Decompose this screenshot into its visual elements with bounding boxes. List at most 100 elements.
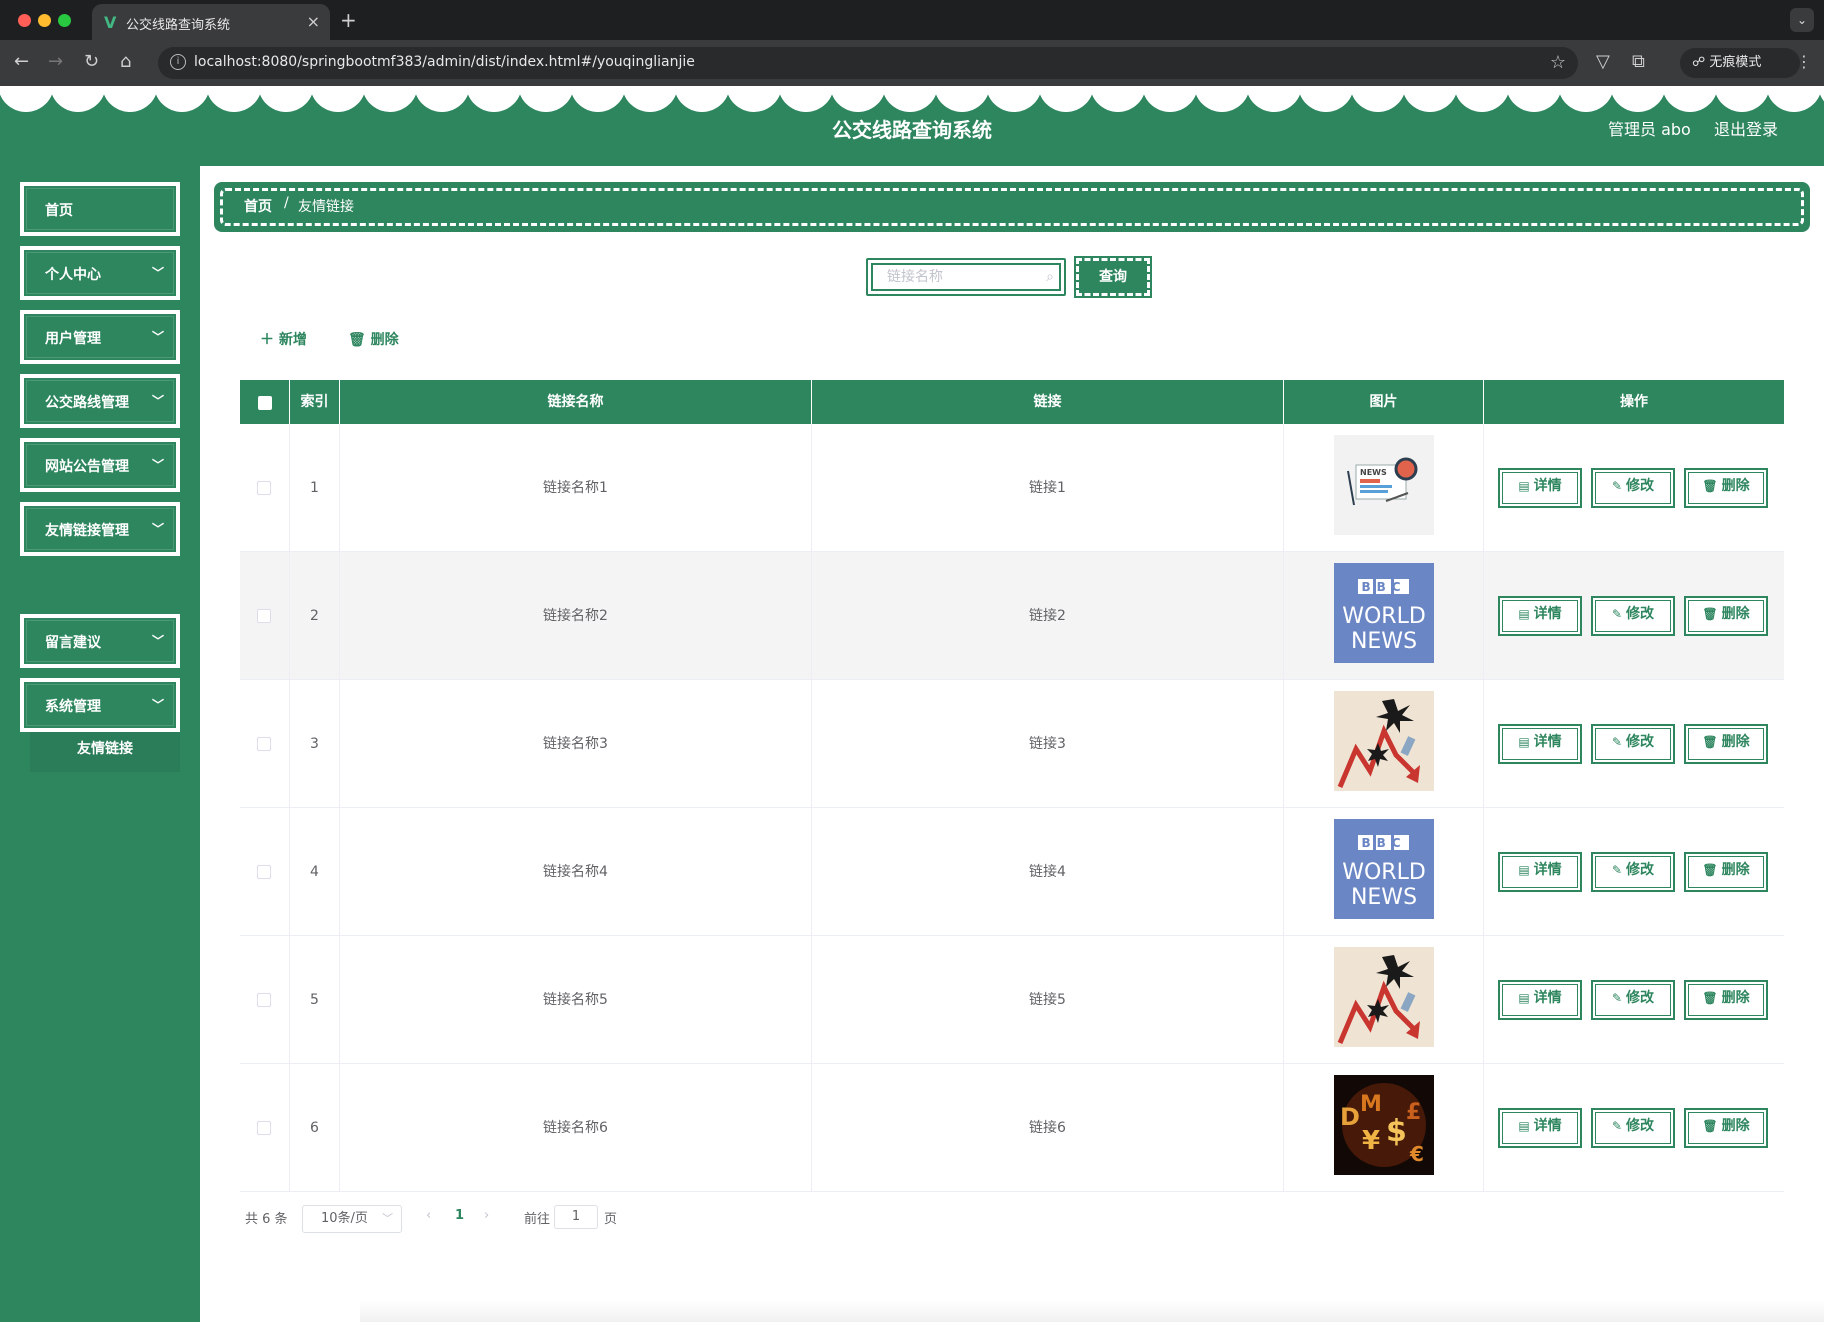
- table-row: 2 链接名称2 链接2 BBC WORLD NEWS ▤ 详情 ✎ 修改 🗑 删除: [240, 552, 1784, 680]
- home-icon[interactable]: ⌂: [120, 52, 131, 72]
- detail-button-label: 详情: [1533, 734, 1562, 750]
- bbc-world-news-thumbnail: BBC WORLDNEWS: [1334, 819, 1434, 919]
- select-all-checkbox[interactable]: [258, 396, 272, 410]
- detail-button[interactable]: ▤ 详情: [1498, 468, 1582, 508]
- row-index: 2: [290, 552, 340, 680]
- row-link-name: 链接名称3: [340, 680, 812, 808]
- row-checkbox[interactable]: [257, 865, 271, 879]
- delete-button[interactable]: 🗑 删除: [1684, 852, 1768, 892]
- row-select-cell: [240, 680, 290, 808]
- edit-button-label: 修改: [1626, 862, 1655, 878]
- row-select-cell: [240, 936, 290, 1064]
- edit-button[interactable]: ✎ 修改: [1591, 596, 1675, 636]
- close-window-icon[interactable]: [18, 14, 31, 27]
- sidebar-item-user-management[interactable]: 用户管理 ﹀: [20, 310, 180, 364]
- delete-button[interactable]: 🗑 删除: [1684, 1108, 1768, 1148]
- row-link-url: 链接4: [812, 808, 1284, 936]
- batch-delete-button[interactable]: 🗑 删除: [348, 329, 399, 349]
- trash-icon: 🗑: [348, 332, 371, 348]
- search-box: ⌕: [866, 258, 1066, 296]
- scallop-shape: [414, 86, 470, 112]
- scallop-shape: [154, 86, 210, 112]
- detail-button[interactable]: ▤ 详情: [1498, 596, 1582, 636]
- sidebar-item-bus-route-management[interactable]: 公交路线管理 ﹀: [20, 374, 180, 428]
- edit-button-label: 修改: [1626, 734, 1655, 750]
- next-page-icon[interactable]: ›: [484, 1208, 489, 1223]
- row-thumbnail: NEWS: [1334, 435, 1434, 535]
- query-button[interactable]: 查询: [1074, 256, 1152, 298]
- scallop-shape: [1090, 86, 1146, 112]
- extensions-puzzle-icon[interactable]: ⧉: [1632, 52, 1645, 72]
- scallop-shape: [1818, 86, 1824, 102]
- extension-v-icon[interactable]: ▽: [1596, 52, 1610, 72]
- sidebar-item-home[interactable]: 首页: [20, 182, 180, 236]
- tab-title: 公交线路查询系统: [126, 18, 231, 33]
- minimize-window-icon[interactable]: [38, 14, 51, 27]
- browser-tab[interactable]: V 公交线路查询系统 ×: [92, 4, 330, 40]
- delete-button[interactable]: 🗑 删除: [1684, 980, 1768, 1020]
- chart-crash-thumbnail: [1334, 947, 1434, 1047]
- url-field[interactable]: i localhost:8080/springbootmf383/admin/d…: [158, 47, 1578, 79]
- site-info-icon[interactable]: i: [170, 54, 186, 70]
- page-number-current[interactable]: 1: [455, 1208, 464, 1223]
- sidebar-subitem-friend-link[interactable]: 友情链接: [30, 726, 180, 772]
- delete-button[interactable]: 🗑 删除: [1684, 724, 1768, 764]
- sidebar-item-personal-center[interactable]: 个人中心 ﹀: [20, 246, 180, 300]
- goto-page-input[interactable]: 1: [554, 1205, 598, 1229]
- detail-button[interactable]: ▤ 详情: [1498, 980, 1582, 1020]
- batch-delete-label: 删除: [370, 332, 399, 348]
- sidebar-item-label: 公交路线管理: [45, 395, 129, 411]
- delete-button[interactable]: 🗑 删除: [1684, 596, 1768, 636]
- chevron-down-icon: ﹀: [151, 458, 164, 472]
- detail-button[interactable]: ▤ 详情: [1498, 1108, 1582, 1148]
- new-tab-icon[interactable]: +: [340, 8, 357, 32]
- row-index: 6: [290, 1064, 340, 1192]
- page-size-select[interactable]: 10条/页 ﹀: [302, 1205, 402, 1233]
- row-checkbox[interactable]: [257, 481, 271, 495]
- scallop-shape: [674, 86, 730, 112]
- delete-button-label: 删除: [1721, 478, 1750, 494]
- reload-icon[interactable]: ↻: [84, 52, 99, 72]
- forward-icon[interactable]: →: [48, 52, 63, 72]
- page-size-value: 10条/页: [321, 1211, 368, 1226]
- edit-button[interactable]: ✎ 修改: [1591, 1108, 1675, 1148]
- edit-button[interactable]: ✎ 修改: [1591, 980, 1675, 1020]
- row-checkbox[interactable]: [257, 993, 271, 1007]
- bookmark-star-icon[interactable]: ☆: [1550, 52, 1566, 73]
- tab-close-icon[interactable]: ×: [307, 12, 320, 31]
- scallop-shape: [726, 86, 782, 112]
- detail-button[interactable]: ▤ 详情: [1498, 852, 1582, 892]
- maximize-window-icon[interactable]: [58, 14, 71, 27]
- delete-button-label: 删除: [1721, 990, 1750, 1006]
- sidebar-item-system-management[interactable]: 系统管理 ﹀: [20, 678, 180, 732]
- edit-button-label: 修改: [1626, 606, 1655, 622]
- tab-list-icon[interactable]: ⌄: [1790, 8, 1814, 32]
- sidebar-item-friend-link-management[interactable]: 友情链接管理 ﹀: [20, 502, 180, 556]
- row-checkbox[interactable]: [257, 1121, 271, 1135]
- scallop-shape: [986, 86, 1042, 112]
- delete-button[interactable]: 🗑 删除: [1684, 468, 1768, 508]
- bbc-line2-text: NEWS: [1351, 885, 1417, 910]
- row-checkbox[interactable]: [257, 609, 271, 623]
- edit-button[interactable]: ✎ 修改: [1591, 468, 1675, 508]
- detail-button[interactable]: ▤ 详情: [1498, 724, 1582, 764]
- breadcrumb-dashed-border: [220, 188, 1804, 226]
- search-input[interactable]: [871, 263, 1061, 291]
- row-checkbox[interactable]: [257, 737, 271, 751]
- incognito-badge[interactable]: ☍ 无痕模式: [1680, 48, 1800, 78]
- sidebar-item-announcement-management[interactable]: 网站公告管理 ﹀: [20, 438, 180, 492]
- bbc-line1-text: WORLD: [1342, 604, 1426, 629]
- browser-menu-icon[interactable]: ⋮: [1796, 52, 1812, 71]
- sidebar-item-label: 友情链接管理: [45, 523, 129, 539]
- pagination-total: 共 6 条: [245, 1212, 288, 1227]
- back-icon[interactable]: ←: [14, 52, 29, 72]
- breadcrumb-home[interactable]: 首页: [244, 196, 272, 216]
- svg-text:£: £: [1406, 1100, 1421, 1125]
- logout-link[interactable]: 退出登录: [1714, 116, 1778, 140]
- sidebar-item-message-suggestion[interactable]: 留言建议 ﹀: [20, 614, 180, 668]
- edit-button[interactable]: ✎ 修改: [1591, 852, 1675, 892]
- scallop-shape: [258, 86, 314, 112]
- edit-button[interactable]: ✎ 修改: [1591, 724, 1675, 764]
- prev-page-icon[interactable]: ‹: [426, 1208, 431, 1223]
- add-button[interactable]: ＋ 新增: [260, 329, 307, 349]
